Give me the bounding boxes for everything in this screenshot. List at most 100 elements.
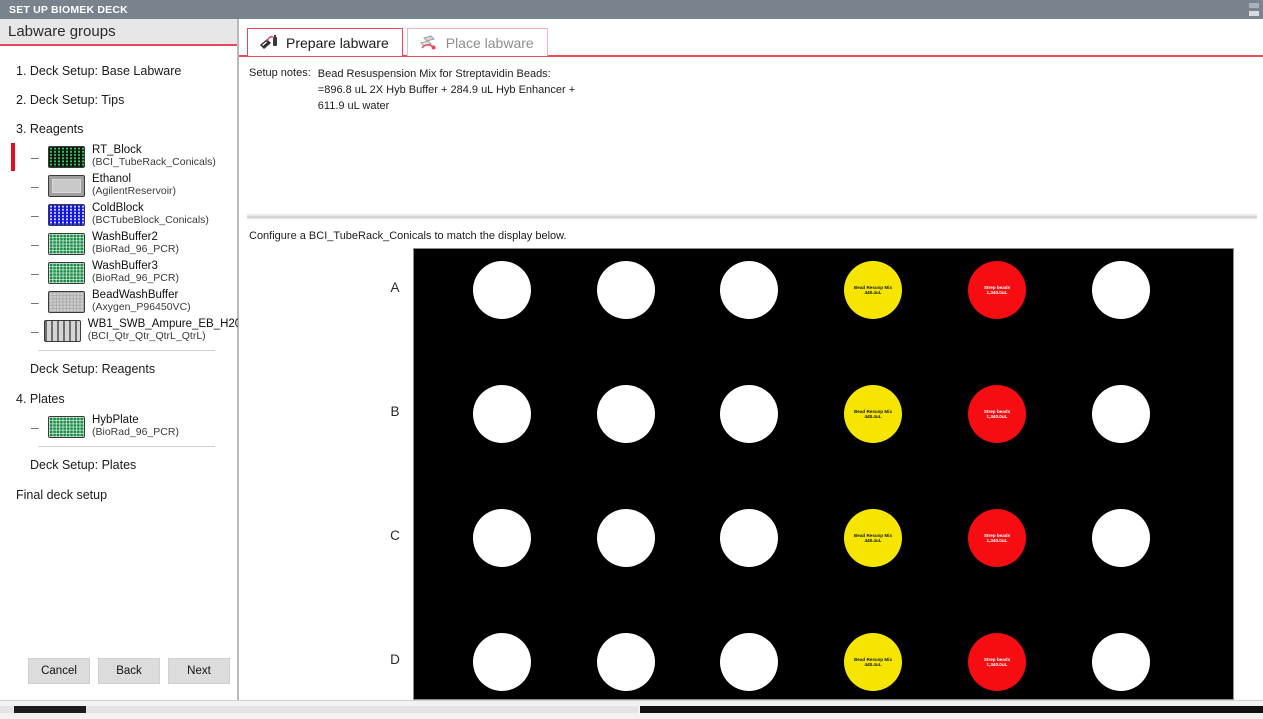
- sidebar-step-3[interactable]: 3. Reagents: [0, 113, 237, 142]
- scrollbar-thumb[interactable]: [14, 706, 86, 713]
- setup-notes-label: Setup notes:: [249, 67, 311, 79]
- collapse-toggle-icon[interactable]: –: [31, 237, 43, 251]
- tab-strip: Prepare labware Place labware: [247, 26, 548, 56]
- labware-item-washbuffer2[interactable]: – WashBuffer2 (BioRad_96_PCR): [0, 229, 237, 258]
- plate-grid[interactable]: Bead Resusp Mix 448.4uL Strep beads 1,340.0…: [413, 248, 1234, 700]
- well-label-volume: 1,340.0uL: [986, 662, 1008, 667]
- window-controls-icon[interactable]: [1249, 3, 1259, 16]
- sidebar-step-2[interactable]: 2. Deck Setup: Tips: [0, 84, 237, 113]
- labware-thumbnail-icon: [48, 232, 85, 255]
- collapse-toggle-icon[interactable]: –: [31, 420, 43, 434]
- plates-footer-step[interactable]: Deck Setup: Plates: [0, 451, 237, 479]
- well-D1[interactable]: [473, 633, 531, 691]
- well-A1[interactable]: [473, 261, 531, 319]
- plate-labware-list: – HybPlate (BioRad_96_PCR): [0, 412, 237, 441]
- well-B2[interactable]: [597, 385, 655, 443]
- collapse-toggle-icon[interactable]: –: [31, 266, 43, 280]
- well-C3[interactable]: [720, 509, 778, 567]
- well-B5[interactable]: Strep beads 1,340.0uL: [968, 385, 1026, 443]
- final-deck-setup-step[interactable]: Final deck setup: [0, 479, 237, 508]
- plate-display-area: A B C D Bead Resusp Mix 448.4uL Strep beads 1,…: [249, 247, 1253, 700]
- cancel-button[interactable]: Cancel: [28, 658, 90, 684]
- labware-item-ethanol[interactable]: – Ethanol (AgilentReservoir): [0, 171, 237, 200]
- well-D5[interactable]: Strep beads 1,340.0uL: [968, 633, 1026, 691]
- collapse-toggle-icon[interactable]: –: [31, 208, 43, 222]
- labware-type: (BCTubeBlock_Conicals): [92, 214, 209, 226]
- well-C1[interactable]: [473, 509, 531, 567]
- next-button[interactable]: Next: [168, 658, 230, 684]
- labware-item-wb1_swb_ampure_eb_h20[interactable]: – WB1_SWB_Ampure_EB_H20 (BCI_Qtr_Qtr_QtrL_…: [0, 316, 241, 345]
- collapse-toggle-icon[interactable]: –: [31, 295, 43, 309]
- labware-item-hybplate[interactable]: – HybPlate (BioRad_96_PCR): [0, 412, 237, 441]
- well-C5[interactable]: Strep beads 1,340.0uL: [968, 509, 1026, 567]
- well-C2[interactable]: [597, 509, 655, 567]
- scrollbar-thumb[interactable]: [640, 706, 1263, 713]
- well-B4[interactable]: Bead Resusp Mix 448.4uL: [844, 385, 902, 443]
- tab-label: Place labware: [445, 34, 534, 51]
- labware-type: (Axygen_P96450VC): [92, 301, 191, 313]
- well-C4[interactable]: Bead Resusp Mix 448.4uL: [844, 509, 902, 567]
- labware-item-text: WashBuffer2 (BioRad_96_PCR): [92, 232, 179, 255]
- labware-item-text: RT_Block (BCI_TubeRack_Conicals): [92, 145, 216, 168]
- list-divider: [38, 350, 215, 351]
- list-divider: [38, 446, 215, 447]
- setup-biomek-deck-window: SET UP BIOMEK DECK Labware groups 1. Dec…: [0, 0, 1263, 719]
- setup-notes-body: Bead Resuspension Mix for Streptavidin B…: [318, 67, 575, 115]
- collapse-toggle-icon[interactable]: –: [31, 150, 43, 164]
- labware-type: (BioRad_96_PCR): [92, 243, 179, 255]
- tab-label: Prepare labware: [286, 34, 389, 51]
- labware-item-beadwashbuffer[interactable]: – BeadWashBuffer (Axygen_P96450VC): [0, 287, 237, 316]
- labware-item-text: WashBuffer3 (BioRad_96_PCR): [92, 261, 179, 284]
- sidebar-body: 1. Deck Setup: Base Labware 2. Deck Setup…: [0, 46, 241, 508]
- well-D4[interactable]: Bead Resusp Mix 448.4uL: [844, 633, 902, 691]
- setup-notes: Setup notes: Bead Resuspension Mix for S…: [249, 67, 575, 115]
- collapse-toggle-icon[interactable]: –: [31, 179, 43, 193]
- well-D3[interactable]: [720, 633, 778, 691]
- well-B3[interactable]: [720, 385, 778, 443]
- plate-row-labels: A B C D: [384, 247, 406, 700]
- well-D2[interactable]: [597, 633, 655, 691]
- well-A5[interactable]: Strep beads 1,340.0uL: [968, 261, 1026, 319]
- setup-notes-line-2: =896.8 uL 2X Hyb Buffer + 284.9 uL Hyb E…: [317, 83, 576, 96]
- plates-group-title[interactable]: 4. Plates: [0, 383, 237, 412]
- labware-thumbnail-icon: [43, 319, 81, 342]
- bottom-scroll-area: [0, 700, 1263, 719]
- labware-thumbnail-icon: [48, 290, 85, 313]
- labware-thumbnail-icon: [48, 415, 85, 438]
- well-D6[interactable]: [1092, 633, 1150, 691]
- labware-item-coldblock[interactable]: – ColdBlock (BCTubeBlock_Conicals): [0, 200, 237, 229]
- setup-notes-line-3: 611.9 uL water: [317, 99, 390, 112]
- place-labware-icon: [418, 34, 440, 52]
- sidebar-button-row: Cancel Back Next: [0, 658, 237, 684]
- labware-item-washbuffer3[interactable]: – WashBuffer3 (BioRad_96_PCR): [0, 258, 237, 287]
- well-label-volume: 448.4uL: [864, 290, 882, 295]
- well-A6[interactable]: [1092, 261, 1150, 319]
- reagents-footer-step[interactable]: Deck Setup: Reagents: [0, 355, 237, 383]
- well-A4[interactable]: Bead Resusp Mix 448.4uL: [844, 261, 902, 319]
- panel-splitter[interactable]: [247, 213, 1257, 220]
- sidebar-header-label: Labware groups: [8, 23, 116, 40]
- well-C6[interactable]: [1092, 509, 1150, 567]
- labware-item-rt_block[interactable]: – RT_Block (BCI_TubeRack_Conicals): [0, 142, 237, 171]
- labware-groups-sidebar: Labware groups 1. Deck Setup: Base Labwa…: [0, 19, 241, 700]
- labware-thumbnail-icon: [48, 203, 85, 226]
- plate-row-label-A: A: [390, 280, 400, 295]
- labware-thumbnail-icon: [48, 261, 85, 284]
- sidebar-horizontal-scrollbar[interactable]: [0, 706, 638, 713]
- plate-row-label-C: C: [390, 528, 400, 543]
- tab-prepare-labware[interactable]: Prepare labware: [247, 28, 403, 56]
- back-button[interactable]: Back: [98, 658, 160, 684]
- well-A2[interactable]: [597, 261, 655, 319]
- labware-item-text: BeadWashBuffer (Axygen_P96450VC): [92, 290, 191, 313]
- well-B6[interactable]: [1092, 385, 1150, 443]
- window-titlebar: SET UP BIOMEK DECK: [0, 0, 1263, 19]
- collapse-toggle-icon[interactable]: –: [31, 324, 39, 338]
- well-label-volume: 448.4uL: [864, 414, 882, 419]
- sidebar-header: Labware groups: [0, 19, 237, 46]
- tab-place-labware[interactable]: Place labware: [406, 28, 548, 56]
- main-horizontal-scrollbar[interactable]: [640, 706, 1263, 713]
- well-A3[interactable]: [720, 261, 778, 319]
- labware-item-text: HybPlate (BioRad_96_PCR): [92, 415, 179, 438]
- sidebar-step-1[interactable]: 1. Deck Setup: Base Labware: [0, 55, 237, 84]
- well-B1[interactable]: [473, 385, 531, 443]
